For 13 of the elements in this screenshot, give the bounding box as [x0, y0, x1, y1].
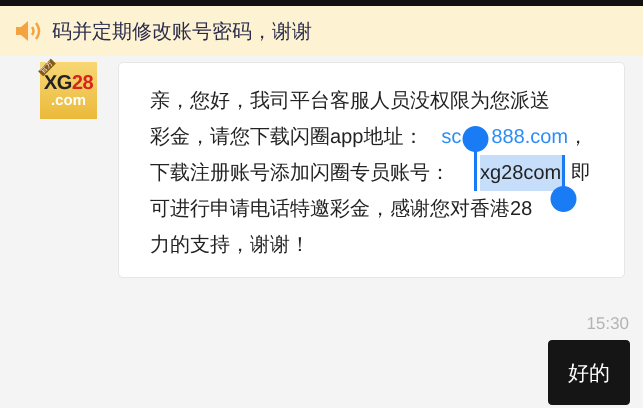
sent-message: 好的 — [548, 340, 630, 405]
message-text: 彩金，请您下载闪圈app地址： — [150, 125, 424, 150]
message-text: 即 — [571, 161, 592, 186]
timestamp: 15:30 — [585, 313, 630, 335]
message-text: 力的支持，谢谢！ — [150, 233, 310, 258]
message-text: 下载注册账号添加闪圈专员账号： — [150, 161, 450, 186]
notice-text: 码并定期修改账号密码，谢谢 — [52, 20, 312, 44]
message-text: 可进行申请电话特邀彩金，感谢您对香港28 — [150, 197, 532, 222]
link[interactable]: 888.com — [491, 119, 568, 155]
selected-text: xg28com — [480, 155, 564, 191]
message-text: 亲，您好，我司平台客服人员没权限为您派送 — [150, 89, 550, 114]
message-text: ， — [568, 125, 588, 150]
link[interactable]: sc — [423, 119, 462, 155]
